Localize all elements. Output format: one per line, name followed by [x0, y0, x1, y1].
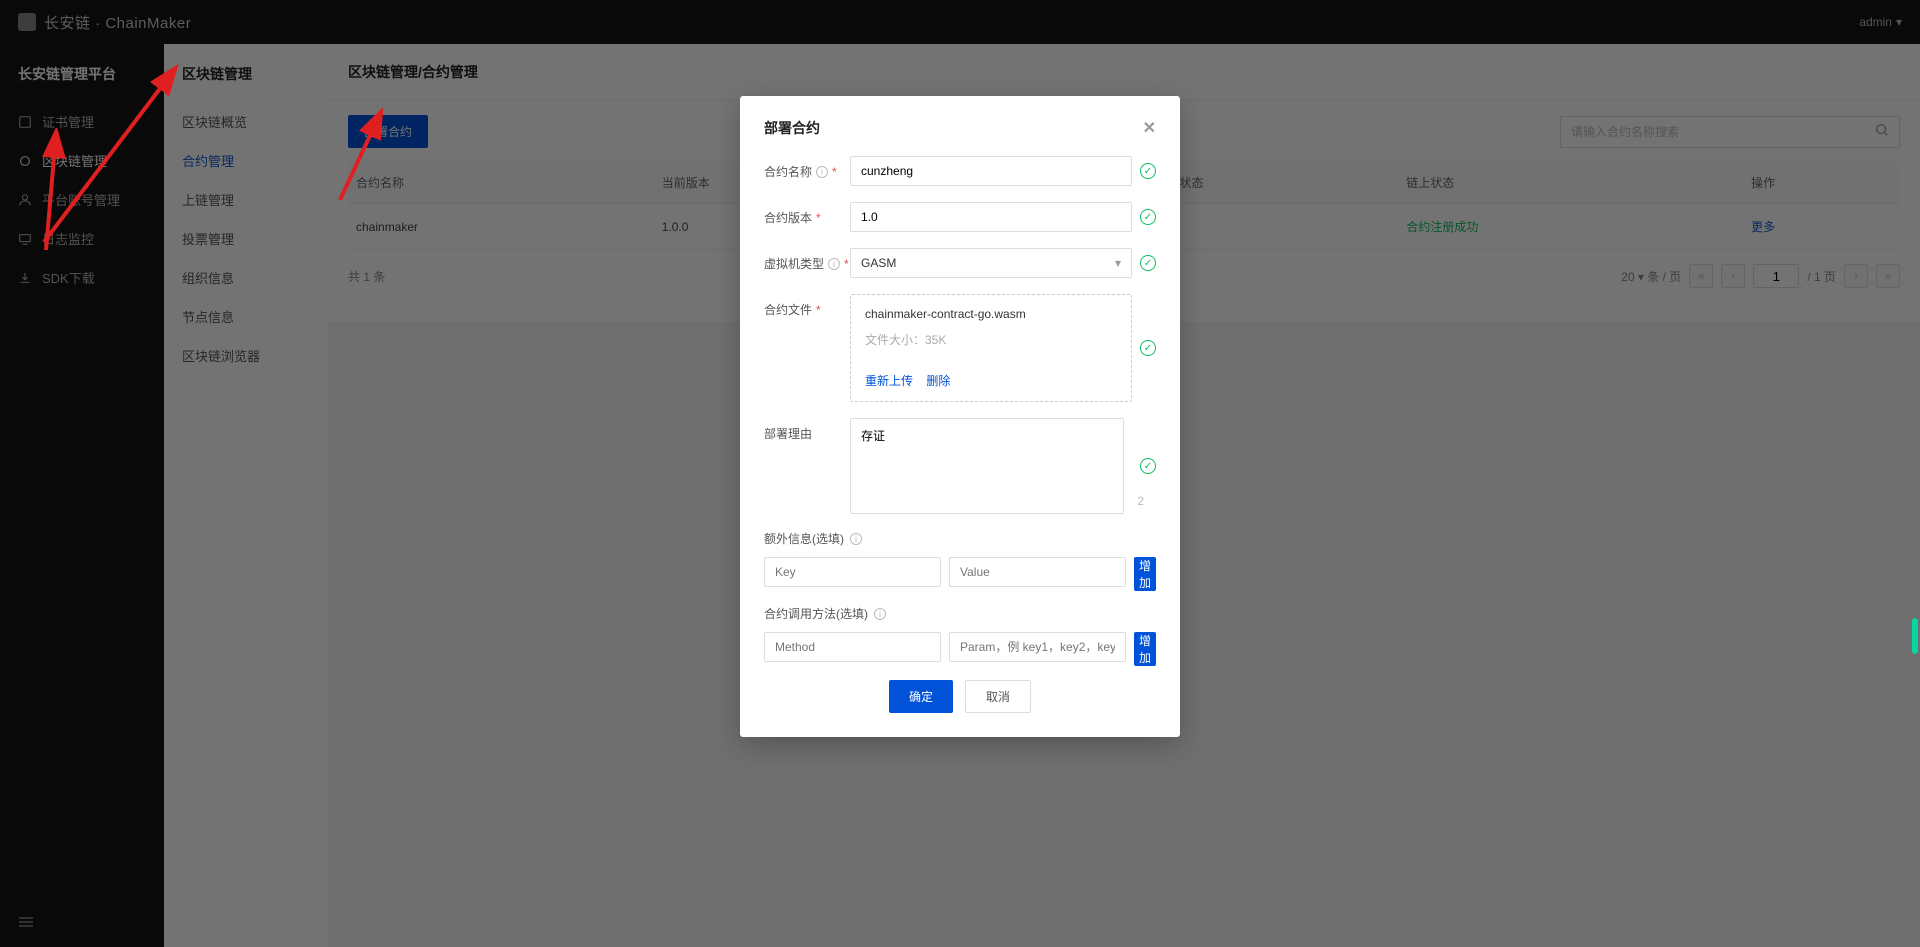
label-contract-name: 合约名称: [764, 163, 812, 180]
check-icon: ✓: [1140, 340, 1156, 356]
delete-file-link[interactable]: 删除: [926, 374, 950, 388]
info-icon: i: [874, 608, 886, 620]
extra-key-input[interactable]: [764, 557, 941, 587]
annotation-arrow-3: [332, 108, 402, 208]
vm-type-select[interactable]: GASM ▾: [850, 248, 1132, 278]
cancel-button[interactable]: 取消: [965, 680, 1031, 713]
label-method: 合约调用方法(选填): [764, 605, 868, 622]
reupload-link[interactable]: 重新上传: [865, 374, 913, 388]
chevron-down-icon: ▾: [1115, 256, 1121, 270]
method-input[interactable]: [764, 632, 941, 662]
deploy-contract-modal: 部署合约 ✕ 合约名称i* ✓ 合约版本* ✓ 虚拟机类型i* GASM ▾ ✓…: [740, 96, 1180, 737]
char-count: 2: [1137, 494, 1144, 508]
param-input[interactable]: [949, 632, 1126, 662]
contract-version-input[interactable]: [850, 202, 1132, 232]
check-icon: ✓: [1140, 458, 1156, 474]
modal-title: 部署合约: [764, 118, 820, 138]
uploaded-filename: chainmaker-contract-go.wasm: [865, 307, 1117, 321]
label-contract-version: 合约版本: [764, 209, 812, 226]
label-deploy-reason: 部署理由: [764, 425, 812, 442]
close-icon[interactable]: ✕: [1143, 118, 1156, 138]
annotation-arrow-2: [28, 128, 78, 258]
add-extra-button[interactable]: 增加: [1134, 557, 1156, 591]
label-extra-info: 额外信息(选填): [764, 530, 844, 547]
info-icon: i: [828, 258, 840, 270]
label-contract-file: 合约文件: [764, 301, 812, 318]
label-vm-type: 虚拟机类型: [764, 255, 824, 272]
extra-value-input[interactable]: [949, 557, 1126, 587]
check-icon: ✓: [1140, 163, 1156, 179]
info-icon: i: [816, 166, 828, 178]
scrollbar-indicator: [1912, 618, 1918, 654]
uploaded-filesize: 文件大小：35K: [865, 331, 1117, 348]
add-method-button[interactable]: 增加: [1134, 632, 1156, 666]
contract-name-input[interactable]: [850, 156, 1132, 186]
confirm-button[interactable]: 确定: [889, 680, 953, 713]
info-icon: i: [850, 533, 862, 545]
check-icon: ✓: [1140, 209, 1156, 225]
deploy-reason-textarea[interactable]: [850, 418, 1124, 514]
vm-type-value: GASM: [861, 256, 896, 270]
contract-file-upload: chainmaker-contract-go.wasm 文件大小：35K 重新上…: [850, 294, 1132, 402]
check-icon: ✓: [1140, 255, 1156, 271]
